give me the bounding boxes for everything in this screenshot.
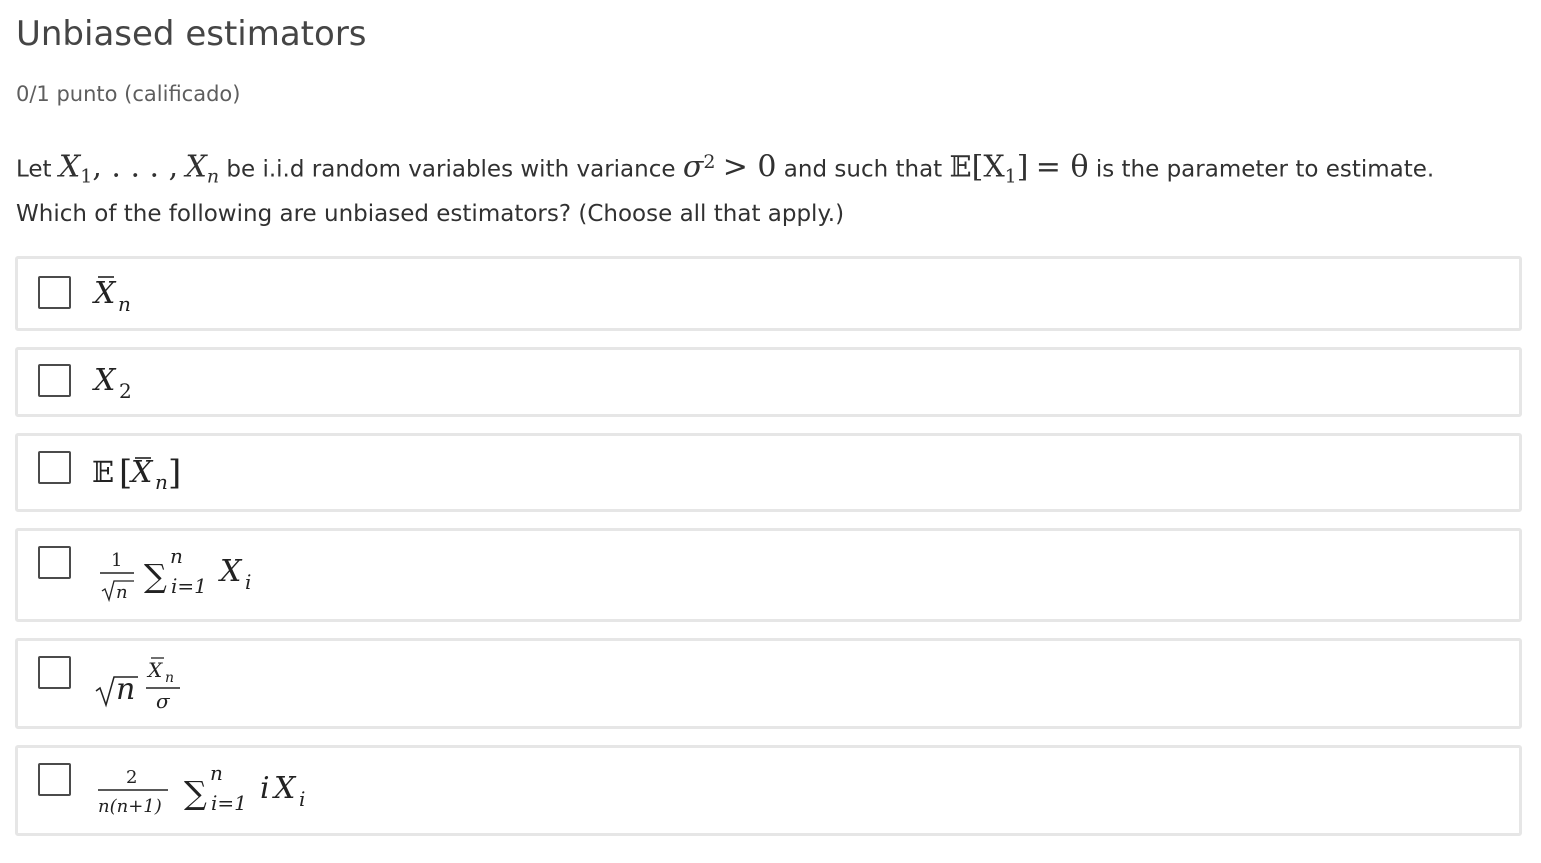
var-x: X xyxy=(218,554,243,589)
radicand-n: n xyxy=(116,582,128,603)
formula-x2: X 2 xyxy=(92,359,152,403)
q-expect-arg: [X xyxy=(971,149,1005,185)
sum-lower-i1: i=1 xyxy=(211,791,247,815)
sub-n: n xyxy=(155,470,168,494)
sub-n: n xyxy=(118,292,131,316)
q-expect-close: ] xyxy=(1016,149,1029,185)
denominator-n-n-plus-1: n(n+1) xyxy=(98,796,162,817)
question-line-1: Let X1, . . . , Xn be i.i.d random varia… xyxy=(16,143,1526,195)
q-dots: , . . . , xyxy=(92,149,179,185)
q-xn: X xyxy=(185,149,207,185)
option-standardized-mean[interactable]: n X n σ xyxy=(15,638,1522,729)
sum-upper-n: n xyxy=(210,761,223,785)
expectation-symbol: 𝔼 xyxy=(92,455,114,489)
checkbox-option-5[interactable] xyxy=(38,656,71,689)
checkbox-option-3[interactable] xyxy=(38,451,71,484)
var-x: X xyxy=(129,455,154,490)
sub-i: i xyxy=(299,787,305,811)
question-text: Let X1, . . . , Xn be i.i.d random varia… xyxy=(16,143,1526,233)
sub-n: n xyxy=(165,670,174,686)
page-title: Unbiased estimators xyxy=(16,14,367,54)
formula-xbar-n: X n xyxy=(92,269,152,319)
option-x2[interactable]: X 2 xyxy=(15,347,1522,417)
sum-lower-i1: i=1 xyxy=(171,574,207,598)
q-is-param: is the parameter to estimate. xyxy=(1095,156,1435,183)
q-expect-sub: 1 xyxy=(1004,165,1017,188)
q-x1-sub: 1 xyxy=(80,165,93,188)
formula-scaled-sum: 1 n ∑ n i=1 X i xyxy=(92,543,292,607)
right-bracket: ] xyxy=(168,453,181,493)
option-scaled-sum[interactable]: 1 n ∑ n i=1 X i xyxy=(15,528,1522,622)
q-let: Let xyxy=(16,156,52,183)
checkbox-option-6[interactable] xyxy=(38,763,71,796)
radicand-n: n xyxy=(116,672,135,707)
q-sigma-sup: 2 xyxy=(703,151,716,173)
checkbox-option-2[interactable] xyxy=(38,364,71,397)
denominator-sigma: σ xyxy=(156,689,171,713)
option-xbar-n[interactable]: X n xyxy=(15,256,1522,331)
checkbox-option-1[interactable] xyxy=(38,276,71,309)
formula-standardized-mean: n X n σ xyxy=(92,653,212,717)
var-x: X xyxy=(146,658,163,682)
formula-weighted-sum: 2 n(n+1) ∑ n i=1 i X i xyxy=(92,760,332,824)
sum-symbol: ∑ xyxy=(184,774,207,812)
q-expect-symbol: 𝔼 xyxy=(949,149,972,184)
grade-status: 0/1 punto (calificado) xyxy=(16,82,241,106)
option-expectation-xbar[interactable]: 𝔼 [ X n ] xyxy=(15,433,1522,512)
q-sigma: σ xyxy=(682,149,704,185)
option-weighted-sum[interactable]: 2 n(n+1) ∑ n i=1 i X i xyxy=(15,745,1522,836)
q-x1: X xyxy=(58,149,81,185)
q-xn-sub: n xyxy=(206,165,220,188)
var-x: X xyxy=(92,276,117,311)
checkbox-option-4[interactable] xyxy=(38,546,71,579)
sum-upper-n: n xyxy=(170,544,183,568)
numerator-2: 2 xyxy=(126,767,137,788)
coef-i: i xyxy=(260,771,270,806)
question-line-2: Which of the following are unbiased esti… xyxy=(16,201,845,228)
sum-symbol: ∑ xyxy=(144,557,167,595)
q-eq-theta: = θ xyxy=(1035,149,1089,185)
var-x: X xyxy=(272,771,297,806)
numerator-1: 1 xyxy=(111,550,122,571)
q-such-that: and such that xyxy=(783,156,943,183)
var-x: X xyxy=(92,363,117,398)
formula-expectation-xbar: 𝔼 [ X n ] xyxy=(92,446,202,498)
q-gt-zero: > 0 xyxy=(722,149,777,185)
sub-i: i xyxy=(245,570,251,594)
sub-2: 2 xyxy=(119,379,132,403)
q-be-iid: be i.i.d random variables with variance xyxy=(226,156,676,183)
